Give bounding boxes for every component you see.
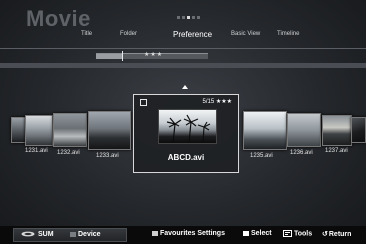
app-title: Movie: [26, 6, 91, 31]
movie-thumbnail[interactable]: [287, 113, 321, 147]
tab-folder[interactable]: Folder: [120, 31, 137, 37]
up-arrow-icon[interactable]: [182, 85, 188, 89]
page-indicator: [177, 16, 200, 19]
file-name: 1236.avi: [290, 150, 313, 156]
select-checkbox[interactable]: [140, 99, 147, 106]
screen: Movie Title Folder Preference Basic View…: [0, 0, 366, 244]
color-key-icon: [152, 230, 158, 236]
sum-label: SUM: [38, 231, 54, 238]
select-button[interactable]: Select: [243, 230, 272, 237]
focused-movie-card[interactable]: 5/15 ★★★ ABCD.avi: [133, 94, 239, 173]
preference-progress-bar: ★★★: [96, 51, 208, 61]
footer-bar: SUM Device Favourites Settings Select To…: [0, 226, 366, 244]
sum-icon: [21, 231, 35, 237]
return-icon: ↺: [322, 231, 328, 238]
movie-thumbnail[interactable]: [53, 113, 87, 147]
progress-stars: ★★★: [144, 52, 164, 58]
focused-movie-thumbnail: [158, 109, 217, 144]
movie-thumbnail[interactable]: [322, 115, 352, 146]
header-band: [0, 63, 366, 68]
file-name: 1235.avi: [250, 153, 273, 159]
focused-file-name: ABCD.avi: [167, 153, 205, 162]
tab-preference[interactable]: Preference: [173, 30, 212, 39]
tools-label: Tools: [294, 230, 313, 238]
movie-thumbnail[interactable]: [88, 111, 131, 150]
device-button[interactable]: Device: [70, 231, 101, 238]
movie-thumbnail[interactable]: [243, 111, 287, 150]
favourites-settings-button[interactable]: Favourites Settings: [152, 230, 225, 237]
progress-marker: [121, 51, 123, 61]
file-name: 1231.avi: [25, 148, 48, 154]
movie-thumbnail[interactable]: [351, 117, 366, 143]
page-dot: [197, 16, 200, 19]
palm-tree-icon: [166, 114, 211, 143]
device-label: Device: [78, 231, 101, 238]
return-label: Return: [328, 231, 352, 238]
tools-icon: [283, 230, 292, 237]
select-square-icon: [243, 230, 249, 236]
movie-thumbnail[interactable]: [25, 115, 53, 146]
file-name: 1233.avi: [96, 153, 119, 159]
page-dot-active: [187, 16, 190, 19]
tools-button[interactable]: Tools: [283, 230, 312, 237]
page-dot: [192, 16, 195, 19]
page-dot: [182, 16, 185, 19]
return-button[interactable]: ↺Return: [322, 230, 351, 238]
tab-basic-view[interactable]: Basic View: [231, 31, 260, 37]
progress-fill: [96, 54, 122, 59]
file-name: 1232.avi: [57, 150, 80, 156]
footer-left-group: SUM Device: [13, 228, 127, 242]
tab-title[interactable]: Title: [81, 31, 92, 37]
tab-timeline[interactable]: Timeline: [277, 31, 299, 37]
file-name: 1237.avi: [325, 148, 348, 154]
header-divider: [0, 48, 366, 49]
page-dot: [177, 16, 180, 19]
device-square-icon: [70, 231, 76, 237]
item-index: 5/15 ★★★: [202, 99, 232, 105]
sum-button[interactable]: SUM: [21, 231, 54, 238]
favourites-label: Favourites Settings: [160, 230, 225, 237]
sort-tabs: Title Folder Preference Basic View Timel…: [0, 30, 366, 45]
select-label: Select: [251, 230, 272, 237]
movie-thumbnail[interactable]: [11, 117, 26, 143]
